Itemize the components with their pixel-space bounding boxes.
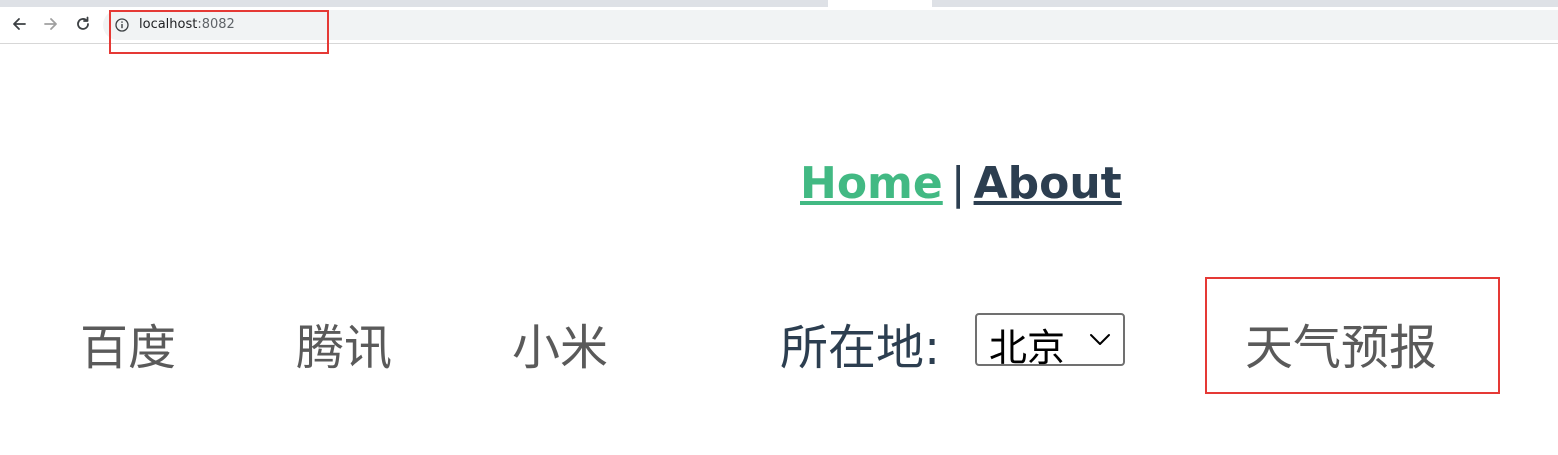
forward-button[interactable] bbox=[40, 13, 62, 35]
reload-button[interactable] bbox=[72, 13, 94, 35]
nav-separator: | bbox=[950, 158, 966, 209]
about-link[interactable]: About bbox=[974, 158, 1122, 209]
city-select[interactable]: 北京 bbox=[975, 313, 1125, 370]
back-arrow-icon bbox=[13, 18, 26, 30]
city-select-value: 北京 bbox=[989, 326, 1066, 370]
company-link-baidu[interactable]: 百度 bbox=[80, 308, 176, 378]
reload-icon bbox=[77, 16, 89, 30]
forward-arrow-icon bbox=[44, 18, 57, 30]
annotation-box-url bbox=[109, 10, 329, 54]
chevron-down-icon bbox=[1090, 334, 1110, 345]
location-label: 所在地: bbox=[780, 320, 941, 376]
active-tab[interactable] bbox=[828, 0, 932, 7]
company-link-xiaomi[interactable]: 小米 bbox=[512, 308, 608, 378]
company-link-tencent[interactable]: 腾讯 bbox=[296, 308, 392, 378]
home-link[interactable]: Home bbox=[800, 158, 943, 209]
router-nav: Home | About bbox=[800, 158, 1122, 209]
annotation-box-weather bbox=[1205, 277, 1500, 394]
back-button[interactable] bbox=[8, 13, 30, 35]
tab-strip bbox=[0, 0, 1558, 7]
